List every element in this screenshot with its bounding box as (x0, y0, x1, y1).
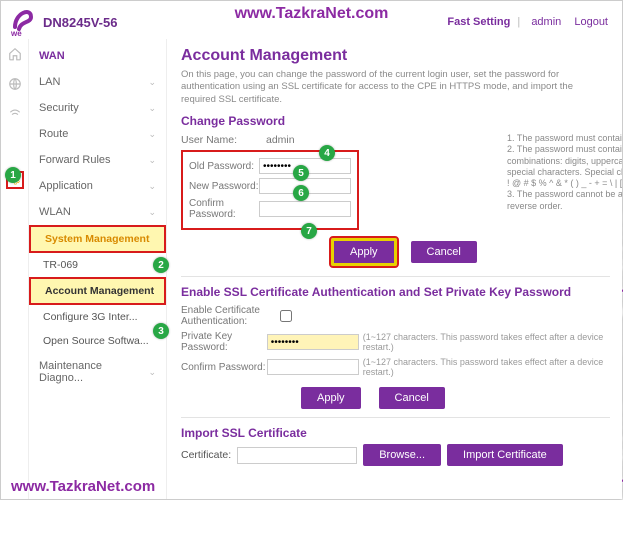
we-logo-icon: we (11, 7, 37, 37)
confirm-password-label: Confirm Password: (189, 198, 259, 220)
header-right: Fast Setting | admin Logout (443, 16, 608, 28)
svg-text:we: we (11, 29, 22, 37)
divider (181, 276, 610, 277)
old-password-label: Old Password: (189, 161, 259, 172)
nav-application[interactable]: Application⌄ (29, 173, 166, 199)
nav-open-source[interactable]: Open Source Softwa... (29, 329, 166, 353)
new-password-label: New Password: (189, 181, 259, 192)
chevron-down-icon: ⌄ (148, 367, 156, 378)
ssl-apply-button[interactable]: Apply (301, 387, 361, 409)
separator: | (517, 16, 520, 28)
nav-configure-3g[interactable]: Configure 3G Inter... (29, 305, 166, 329)
private-key-label: Private Key Password: (181, 331, 267, 353)
username-value: admin (266, 134, 295, 146)
admin-label[interactable]: admin (531, 16, 561, 28)
settings-icon[interactable] (6, 171, 24, 189)
new-password-input[interactable] (259, 178, 351, 194)
nav-forward-rules[interactable]: Forward Rules⌄ (29, 147, 166, 173)
icon-rail (1, 39, 29, 499)
browse-button[interactable]: Browse... (363, 444, 441, 466)
password-rules: 1. The password must contain at least 6 … (507, 133, 622, 212)
nav-system-management[interactable]: System Management (29, 225, 166, 253)
content-area: Account Management On this page, you can… (167, 39, 622, 499)
private-key-hint: (1~127 characters. This password takes e… (363, 332, 610, 352)
device-model: DN8245V-56 (43, 15, 117, 30)
nav-tr069[interactable]: TR-069 (29, 253, 166, 277)
chevron-down-icon: ⌄ (148, 77, 156, 88)
chevron-down-icon: ⌄ (148, 103, 156, 114)
certificate-label: Certificate: (181, 449, 231, 461)
globe-icon[interactable] (6, 75, 24, 93)
nav-lan[interactable]: LAN⌄ (29, 69, 166, 95)
page-title: Account Management (181, 47, 610, 65)
fast-setting-link[interactable]: Fast Setting (447, 16, 510, 28)
ssl-confirm-input[interactable] (267, 359, 359, 375)
chevron-down-icon: ⌄ (148, 155, 156, 166)
section-change-password: Change Password (181, 114, 610, 128)
home-icon[interactable] (6, 45, 24, 63)
logout-link[interactable]: Logout (574, 16, 608, 28)
chevron-down-icon: ⌄ (148, 129, 156, 140)
enable-cert-checkbox[interactable] (280, 310, 292, 322)
section-ssl-auth: Enable SSL Certificate Authentication an… (181, 285, 610, 299)
apply-button[interactable]: Apply (331, 238, 397, 266)
nav-maintenance[interactable]: Maintenance Diagno...⌄ (29, 353, 166, 391)
nav-route[interactable]: Route⌄ (29, 121, 166, 147)
confirm-password-input[interactable] (259, 201, 351, 217)
page-description: On this page, you can change the passwor… (181, 69, 610, 106)
nav-wan[interactable]: WAN (29, 43, 166, 69)
nav-account-management[interactable]: Account Management (29, 277, 166, 305)
ssl-confirm-label: Confirm Password: (181, 362, 267, 373)
chevron-down-icon: ⌄ (148, 181, 156, 192)
enable-cert-label: Enable Certificate Authentication: (181, 305, 276, 327)
private-key-input[interactable] (267, 334, 359, 350)
old-password-input[interactable] (259, 158, 351, 174)
cancel-button[interactable]: Cancel (411, 241, 477, 263)
ssl-cancel-button[interactable]: Cancel (379, 387, 445, 409)
password-fields-box: Old Password: New Password: Confirm Pass… (181, 150, 359, 230)
ssl-confirm-hint: (1~127 characters. This password takes e… (363, 357, 610, 377)
nav-wlan[interactable]: WLAN⌄ (29, 199, 166, 225)
sidebar: WAN LAN⌄ Security⌄ Route⌄ Forward Rules⌄… (29, 39, 167, 499)
divider (181, 417, 610, 418)
chevron-down-icon: ⌄ (148, 207, 156, 218)
import-cert-button[interactable]: Import Certificate (447, 444, 563, 466)
certificate-input[interactable] (237, 447, 357, 464)
username-label: User Name: (181, 134, 266, 146)
wifi-icon[interactable] (6, 105, 24, 123)
section-import-ssl: Import SSL Certificate (181, 426, 610, 440)
header-bar: we DN8245V-56 Fast Setting | admin Logou… (1, 1, 622, 39)
nav-security[interactable]: Security⌄ (29, 95, 166, 121)
